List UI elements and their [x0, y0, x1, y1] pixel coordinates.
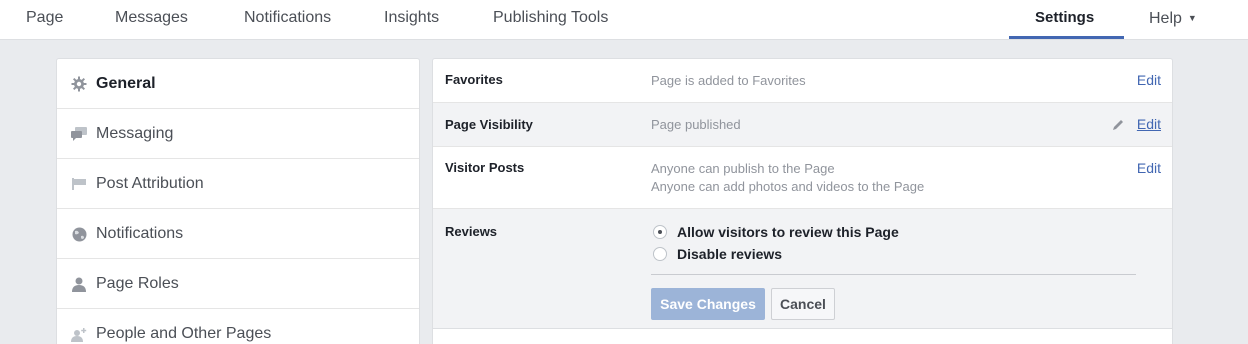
top-navigation: Page Messages Notifications Insights Pub…: [0, 0, 1248, 40]
sidebar-item-people-and-other-pages[interactable]: People and Other Pages: [57, 309, 419, 344]
nav-tab-publishing-tools[interactable]: Publishing Tools: [493, 0, 608, 40]
person-icon: [69, 259, 89, 309]
favorites-label: Favorites: [445, 72, 503, 87]
favorites-edit-link[interactable]: Edit: [1137, 72, 1161, 88]
sidebar-item-label: People and Other Pages: [96, 325, 272, 342]
favorites-row: Favorites Page is added to Favorites Edi…: [433, 59, 1172, 103]
pencil-icon: [1113, 120, 1123, 130]
visitor-posts-value-line2: Anyone can add photos and videos to the …: [651, 179, 925, 194]
globe-icon: [69, 209, 89, 259]
nav-tab-notifications[interactable]: Notifications: [244, 0, 331, 40]
page-visibility-label: Page Visibility: [445, 117, 533, 132]
favorites-value: Page is added to Favorites: [651, 73, 806, 88]
reviews-divider: [651, 274, 1136, 275]
help-label: Help: [1149, 10, 1182, 27]
page-visibility-value: Page published: [651, 117, 741, 132]
nav-tab-page[interactable]: Page: [26, 0, 63, 40]
person-plus-icon: [69, 309, 89, 344]
chat-bubbles-icon: [69, 109, 89, 159]
radio-selected-icon[interactable]: [653, 225, 667, 239]
page-visibility-edit-link[interactable]: Edit: [1137, 116, 1161, 132]
nav-tab-settings[interactable]: Settings: [1035, 0, 1094, 40]
settings-sidebar: General Messaging Post Attribution Notif…: [56, 58, 420, 344]
nav-tab-insights[interactable]: Insights: [384, 0, 439, 40]
sidebar-item-label: Notifications: [96, 225, 184, 242]
general-settings-panel: Favorites Page is added to Favorites Edi…: [432, 58, 1173, 344]
radio-unselected-icon[interactable]: [653, 247, 667, 261]
gear-icon: [69, 59, 89, 109]
visitor-posts-row: Visitor Posts Anyone can publish to the …: [433, 147, 1172, 209]
visitor-posts-value-line1: Anyone can publish to the Page: [651, 161, 835, 176]
sidebar-item-label: Messaging: [96, 125, 174, 142]
sidebar-item-page-roles[interactable]: Page Roles: [57, 259, 419, 309]
sidebar-item-messaging[interactable]: Messaging: [57, 109, 419, 159]
save-changes-button[interactable]: Save Changes: [651, 288, 765, 320]
sidebar-item-notifications[interactable]: Notifications: [57, 209, 419, 259]
nav-tab-messages[interactable]: Messages: [115, 0, 188, 40]
visitor-posts-label: Visitor Posts: [445, 160, 525, 175]
reviews-label: Reviews: [445, 224, 498, 239]
cancel-button[interactable]: Cancel: [771, 288, 835, 320]
nav-tab-help[interactable]: Help ▼: [1149, 0, 1197, 40]
disable-reviews-option[interactable]: Disable reviews: [653, 245, 782, 263]
allow-reviews-label: Allow visitors to review this Page: [677, 224, 899, 240]
allow-reviews-option[interactable]: Allow visitors to review this Page: [653, 223, 899, 241]
disable-reviews-label: Disable reviews: [677, 246, 783, 262]
sidebar-item-post-attribution[interactable]: Post Attribution: [57, 159, 419, 209]
sidebar-item-label: General: [96, 75, 156, 92]
visitor-posts-edit-link[interactable]: Edit: [1137, 160, 1161, 176]
sidebar-item-general[interactable]: General: [57, 59, 419, 109]
caret-down-icon: ▼: [1187, 13, 1197, 23]
sidebar-item-label: Page Roles: [96, 275, 179, 292]
page-visibility-row[interactable]: Page Visibility Page published Edit: [433, 103, 1172, 147]
sidebar-item-label: Post Attribution: [96, 175, 204, 192]
flag-icon: [69, 159, 89, 209]
active-tab-underline: [1009, 36, 1124, 39]
